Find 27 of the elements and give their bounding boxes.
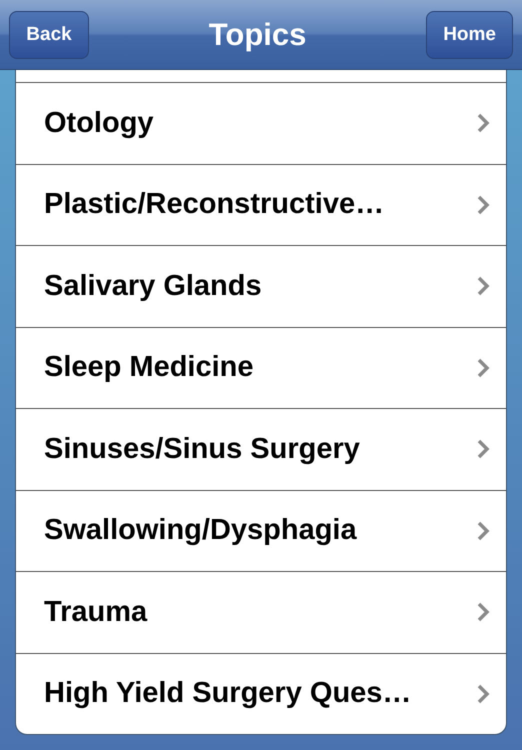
topic-label: Trauma [44, 596, 148, 629]
topic-row[interactable]: Salivary Glands [16, 246, 506, 328]
home-button[interactable]: Home [426, 10, 513, 58]
chevron-icon [477, 684, 490, 704]
chevron-icon [477, 520, 490, 541]
chevron-icon [477, 358, 490, 378]
topic-label: Salivary Glands [44, 270, 262, 303]
topic-label: Sinuses/Sinus Surgery [44, 432, 360, 466]
topic-row[interactable]: Plastic/Reconstructive… [16, 164, 506, 246]
chevron-icon [477, 194, 490, 215]
topic-label: Swallowing/Dysphagia [44, 514, 357, 548]
topic-label: Sleep Medicine [44, 351, 254, 384]
topic-label: Plastic/Reconstructive… [44, 188, 384, 222]
topic-label: Otology [44, 106, 154, 140]
topic-row[interactable]: Trauma [16, 572, 506, 654]
topic-row[interactable]: Sleep Medicine [16, 328, 506, 409]
chevron-icon [477, 113, 490, 134]
topic-row[interactable]: Otology [16, 83, 506, 164]
topic-row[interactable]: High Yield Surgery Ques… [16, 654, 506, 734]
topic-row[interactable]: Sinuses/Sinus Surgery [16, 409, 506, 490]
nav-title: Topics [208, 16, 306, 52]
chevron-icon [477, 602, 490, 622]
chevron-icon [477, 439, 490, 460]
back-button[interactable]: Back [9, 10, 89, 58]
topic-label: High Yield Surgery Ques… [44, 677, 412, 710]
chevron-icon [477, 276, 490, 296]
topic-row[interactable]: Swallowing/Dysphagia [16, 490, 506, 572]
